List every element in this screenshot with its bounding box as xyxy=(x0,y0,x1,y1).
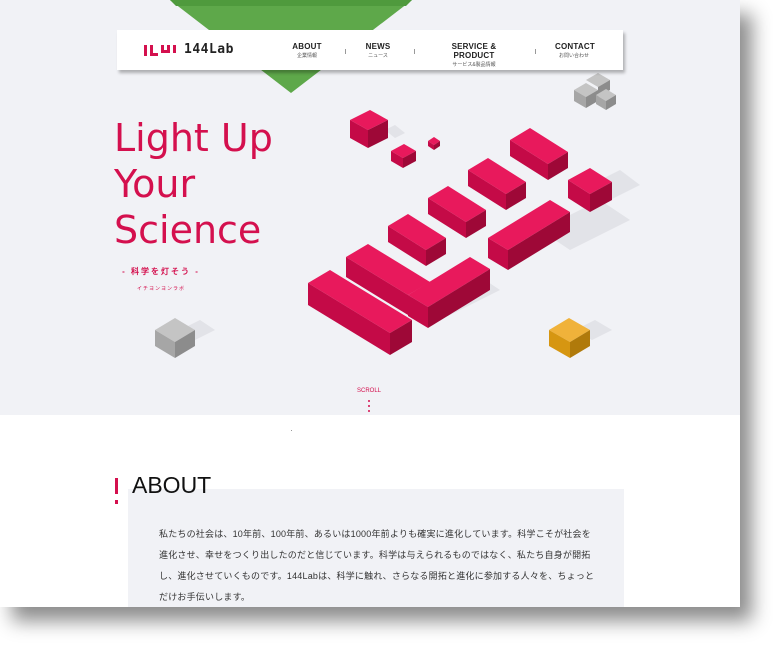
hero-kana: イチヨンヨンラボ xyxy=(136,286,185,292)
nav-contact-label: CONTACT xyxy=(555,42,595,51)
hero-headline: Light Up Your Science xyxy=(114,115,273,253)
red-brick-b xyxy=(468,158,526,210)
nav-service-label: SERVICE & PRODUCT xyxy=(451,42,497,60)
nav-contact[interactable]: CONTACT お問い合わせ xyxy=(555,42,595,59)
nav-news-sub: ニュース xyxy=(368,53,388,59)
headline-line-1: Light Up xyxy=(114,116,273,160)
gray-cube-cluster-icon xyxy=(574,73,616,110)
red-brick-diag xyxy=(408,257,490,328)
nav-news[interactable]: NEWS ニュース xyxy=(364,42,392,59)
red-cube-small-1 xyxy=(350,110,388,148)
nav-news-label: NEWS xyxy=(365,42,391,51)
about-accent-dot xyxy=(115,500,118,504)
red-cube-small-3 xyxy=(428,137,440,150)
red-brick-long-right xyxy=(488,200,570,270)
scroll-indicator-dots xyxy=(368,400,370,415)
nav-divider xyxy=(345,49,346,54)
gold-cube-icon xyxy=(549,318,590,358)
gray-cube-icon xyxy=(155,318,195,358)
red-cube-small-2 xyxy=(391,144,416,168)
logo-text: 144Lab xyxy=(184,42,234,57)
scroll-indicator-label[interactable]: SCROLL xyxy=(350,388,388,394)
about-body: 私たちの社会は、10年前、100年前、あるいは1000年前よりも確実に進化してい… xyxy=(159,529,595,602)
red-brick-d xyxy=(388,214,446,266)
about-title: ABOUT xyxy=(132,472,212,498)
divider-dot xyxy=(291,430,292,431)
about-accent-bar xyxy=(115,478,118,494)
nav-about[interactable]: ABOUT 企業情報 xyxy=(292,42,322,59)
nav-service-sub: サービス&製品情報 xyxy=(452,62,496,68)
nav-divider xyxy=(535,49,536,54)
red-brick-a xyxy=(510,128,568,180)
headline-line-2: Your xyxy=(114,162,196,206)
about-card: 私たちの社会は、10年前、100年前、あるいは1000年前よりも確実に進化してい… xyxy=(128,489,624,607)
hero-tagline: - 科学を灯そう - xyxy=(122,267,200,276)
nav-about-sub: 企業情報 xyxy=(296,53,317,59)
logo-mark-icon xyxy=(144,44,176,56)
logo[interactable]: 144Lab xyxy=(144,42,234,57)
page: 144Lab ABOUT 企業情報 NEWS ニュース SERVICE & PR… xyxy=(0,0,740,607)
nav-divider xyxy=(414,49,415,54)
hero-section: 144Lab ABOUT 企業情報 NEWS ニュース SERVICE & PR… xyxy=(0,0,740,415)
headline-line-3: Science xyxy=(114,208,262,252)
nav-about-label: ABOUT xyxy=(292,42,322,51)
nav-contact-sub: お問い合わせ xyxy=(558,53,589,59)
red-brick-c xyxy=(428,186,486,238)
top-navbar: 144Lab ABOUT 企業情報 NEWS ニュース SERVICE & PR… xyxy=(117,30,623,70)
nav-service-product[interactable]: SERVICE & PRODUCT サービス&製品情報 xyxy=(434,42,514,68)
